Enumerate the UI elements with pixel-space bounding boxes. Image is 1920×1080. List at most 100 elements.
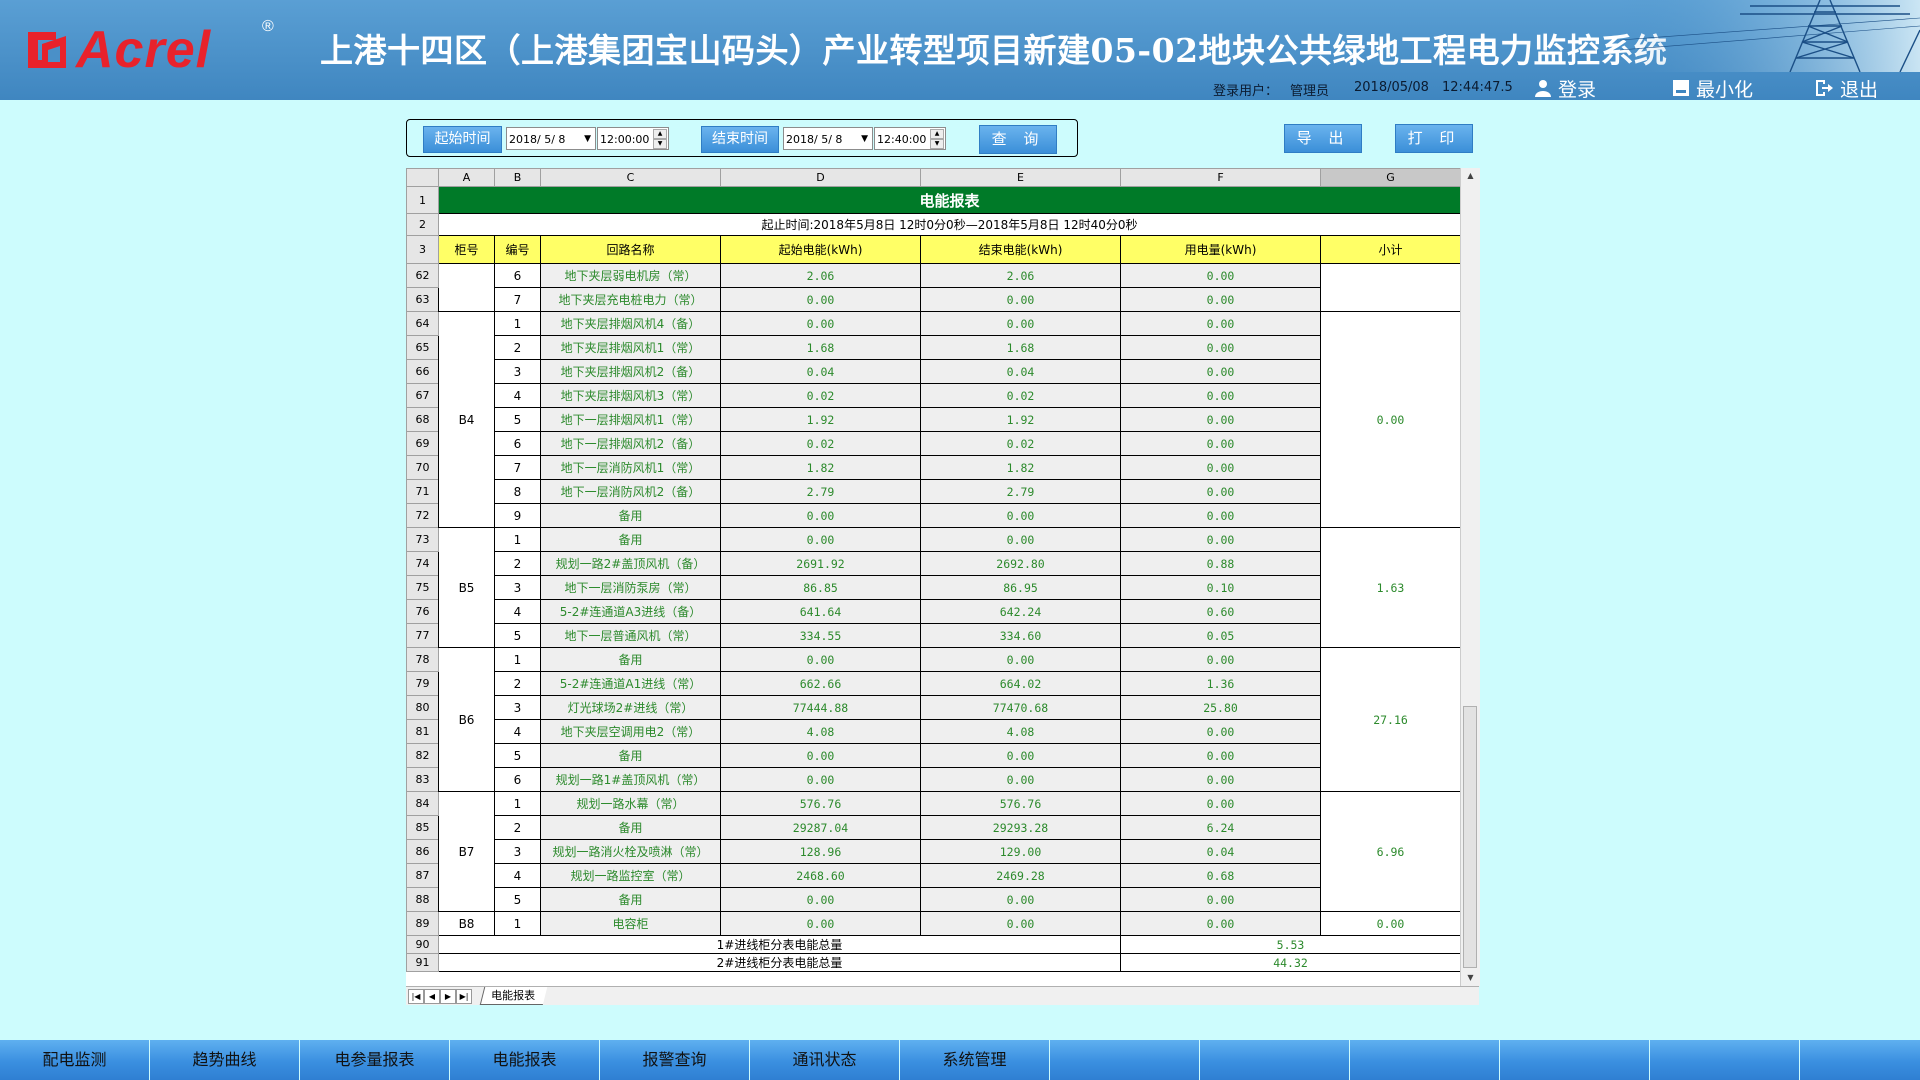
end-energy-cell[interactable]: 0.00 — [920, 527, 1121, 552]
row-header[interactable]: 81 — [406, 719, 439, 744]
circuit-name-cell[interactable]: 地下一层排烟风机2（备） — [540, 431, 721, 456]
end-time-input[interactable]: 12:40:00 ▲ ▼ — [874, 127, 946, 150]
nav-item-13[interactable] — [1800, 1040, 1920, 1080]
energy-used-cell[interactable]: 0.00 — [1120, 743, 1321, 768]
row-header[interactable]: 87 — [406, 863, 439, 888]
start-energy-cell[interactable]: 0.02 — [720, 383, 921, 408]
column-header[interactable]: B — [494, 168, 541, 187]
energy-used-cell[interactable]: 0.00 — [1120, 263, 1321, 288]
select-all-corner[interactable] — [406, 168, 439, 187]
number-cell[interactable]: 3 — [494, 839, 541, 864]
start-energy-cell[interactable]: 86.85 — [720, 575, 921, 600]
number-cell[interactable]: 5 — [494, 743, 541, 768]
end-energy-cell[interactable]: 29293.28 — [920, 815, 1121, 840]
end-energy-cell[interactable]: 642.24 — [920, 599, 1121, 624]
nav-item-10[interactable] — [1350, 1040, 1500, 1080]
row-header[interactable]: 71 — [406, 479, 439, 504]
circuit-name-cell[interactable]: 地下夹层排烟风机2（备） — [540, 359, 721, 384]
number-cell[interactable]: 9 — [494, 503, 541, 528]
start-energy-cell[interactable]: 576.76 — [720, 791, 921, 816]
vertical-scrollbar[interactable]: ▲ ▼ — [1460, 168, 1480, 986]
energy-used-cell[interactable]: 0.00 — [1120, 335, 1321, 360]
circuit-name-cell[interactable]: 备用 — [540, 647, 721, 672]
row-header[interactable]: 66 — [406, 359, 439, 384]
start-energy-cell[interactable]: 0.02 — [720, 431, 921, 456]
circuit-name-cell[interactable]: 灯光球场2#进线（常） — [540, 695, 721, 720]
row-header[interactable]: 72 — [406, 503, 439, 528]
end-energy-cell[interactable]: 0.00 — [920, 743, 1121, 768]
energy-used-cell[interactable]: 25.80 — [1120, 695, 1321, 720]
circuit-name-cell[interactable]: 5-2#连通道A3进线（备） — [540, 599, 721, 624]
subtotal-cell[interactable]: 27.16 — [1320, 647, 1461, 792]
start-energy-cell[interactable]: 2.79 — [720, 479, 921, 504]
energy-used-cell[interactable]: 1.36 — [1120, 671, 1321, 696]
nav-item-11[interactable] — [1500, 1040, 1650, 1080]
number-cell[interactable]: 2 — [494, 671, 541, 696]
start-time-input[interactable]: 12:00:00 ▲ ▼ — [597, 127, 669, 150]
circuit-name-cell[interactable]: 地下夹层弱电机房（常） — [540, 263, 721, 288]
number-cell[interactable]: 1 — [494, 791, 541, 816]
query-button[interactable]: 查 询 — [979, 125, 1057, 154]
row-header[interactable]: 76 — [406, 599, 439, 624]
energy-used-cell[interactable]: 0.00 — [1120, 287, 1321, 312]
end-energy-cell[interactable]: 0.02 — [920, 383, 1121, 408]
energy-used-cell[interactable]: 0.00 — [1120, 479, 1321, 504]
end-time-spinner[interactable]: ▲ ▼ — [930, 129, 944, 149]
end-energy-cell[interactable]: 2469.28 — [920, 863, 1121, 888]
end-energy-cell[interactable]: 77470.68 — [920, 695, 1121, 720]
energy-used-cell[interactable]: 0.00 — [1120, 911, 1321, 936]
number-cell[interactable]: 4 — [494, 719, 541, 744]
energy-used-cell[interactable]: 0.00 — [1120, 767, 1321, 792]
number-cell[interactable]: 1 — [494, 647, 541, 672]
number-cell[interactable]: 4 — [494, 383, 541, 408]
row-header[interactable]: 64 — [406, 311, 439, 336]
start-energy-cell[interactable]: 2691.92 — [720, 551, 921, 576]
start-energy-cell[interactable]: 2468.60 — [720, 863, 921, 888]
spin-down-icon[interactable]: ▼ — [930, 139, 944, 149]
end-energy-cell[interactable]: 0.04 — [920, 359, 1121, 384]
number-cell[interactable]: 5 — [494, 623, 541, 648]
nav-item-4[interactable]: 电能报表 — [450, 1040, 600, 1080]
number-cell[interactable]: 1 — [494, 911, 541, 936]
start-energy-cell[interactable]: 1.82 — [720, 455, 921, 480]
energy-used-cell[interactable]: 0.88 — [1120, 551, 1321, 576]
circuit-name-cell[interactable]: 地下夹层空调用电2（常） — [540, 719, 721, 744]
end-energy-cell[interactable]: 2.79 — [920, 479, 1121, 504]
minimize-button[interactable]: 最小化 — [1672, 76, 1753, 100]
start-energy-cell[interactable]: 334.55 — [720, 623, 921, 648]
start-energy-cell[interactable]: 0.00 — [720, 311, 921, 336]
start-energy-cell[interactable]: 0.00 — [720, 887, 921, 912]
end-energy-cell[interactable]: 0.00 — [920, 311, 1121, 336]
row-header[interactable]: 70 — [406, 455, 439, 480]
energy-used-cell[interactable]: 0.00 — [1120, 527, 1321, 552]
energy-used-cell[interactable]: 0.04 — [1120, 839, 1321, 864]
subtotal-cell[interactable]: 1.63 — [1320, 527, 1461, 648]
number-cell[interactable]: 1 — [494, 311, 541, 336]
start-energy-cell[interactable]: 662.66 — [720, 671, 921, 696]
row-header[interactable]: 75 — [406, 575, 439, 600]
circuit-name-cell[interactable]: 地下一层消防风机2（备） — [540, 479, 721, 504]
nav-item-7[interactable]: 系统管理 — [900, 1040, 1050, 1080]
circuit-name-cell[interactable]: 规划一路1#盖顶风机（常） — [540, 767, 721, 792]
circuit-name-cell[interactable]: 规划一路2#盖顶风机（备） — [540, 551, 721, 576]
sheet-tab-energy-report[interactable]: 电能报表 — [479, 987, 548, 1005]
energy-used-cell[interactable]: 6.24 — [1120, 815, 1321, 840]
number-cell[interactable]: 8 — [494, 479, 541, 504]
energy-used-cell[interactable]: 0.00 — [1120, 407, 1321, 432]
end-energy-cell[interactable]: 1.92 — [920, 407, 1121, 432]
number-cell[interactable]: 3 — [494, 695, 541, 720]
scroll-up-icon[interactable]: ▲ — [1461, 168, 1480, 184]
number-cell[interactable]: 3 — [494, 359, 541, 384]
row-header[interactable]: 85 — [406, 815, 439, 840]
circuit-name-cell[interactable]: 规划一路监控室（常） — [540, 863, 721, 888]
circuit-name-cell[interactable]: 备用 — [540, 815, 721, 840]
circuit-name-cell[interactable]: 地下夹层充电桩电力（常） — [540, 287, 721, 312]
circuit-name-cell[interactable]: 地下夹层排烟风机4（备） — [540, 311, 721, 336]
row-header[interactable]: 79 — [406, 671, 439, 696]
nav-item-2[interactable]: 趋势曲线 — [150, 1040, 300, 1080]
login-button[interactable]: 登录 — [1534, 76, 1596, 100]
end-energy-cell[interactable]: 0.02 — [920, 431, 1121, 456]
number-cell[interactable]: 2 — [494, 551, 541, 576]
circuit-name-cell[interactable]: 地下夹层排烟风机3（常） — [540, 383, 721, 408]
start-energy-cell[interactable]: 1.92 — [720, 407, 921, 432]
